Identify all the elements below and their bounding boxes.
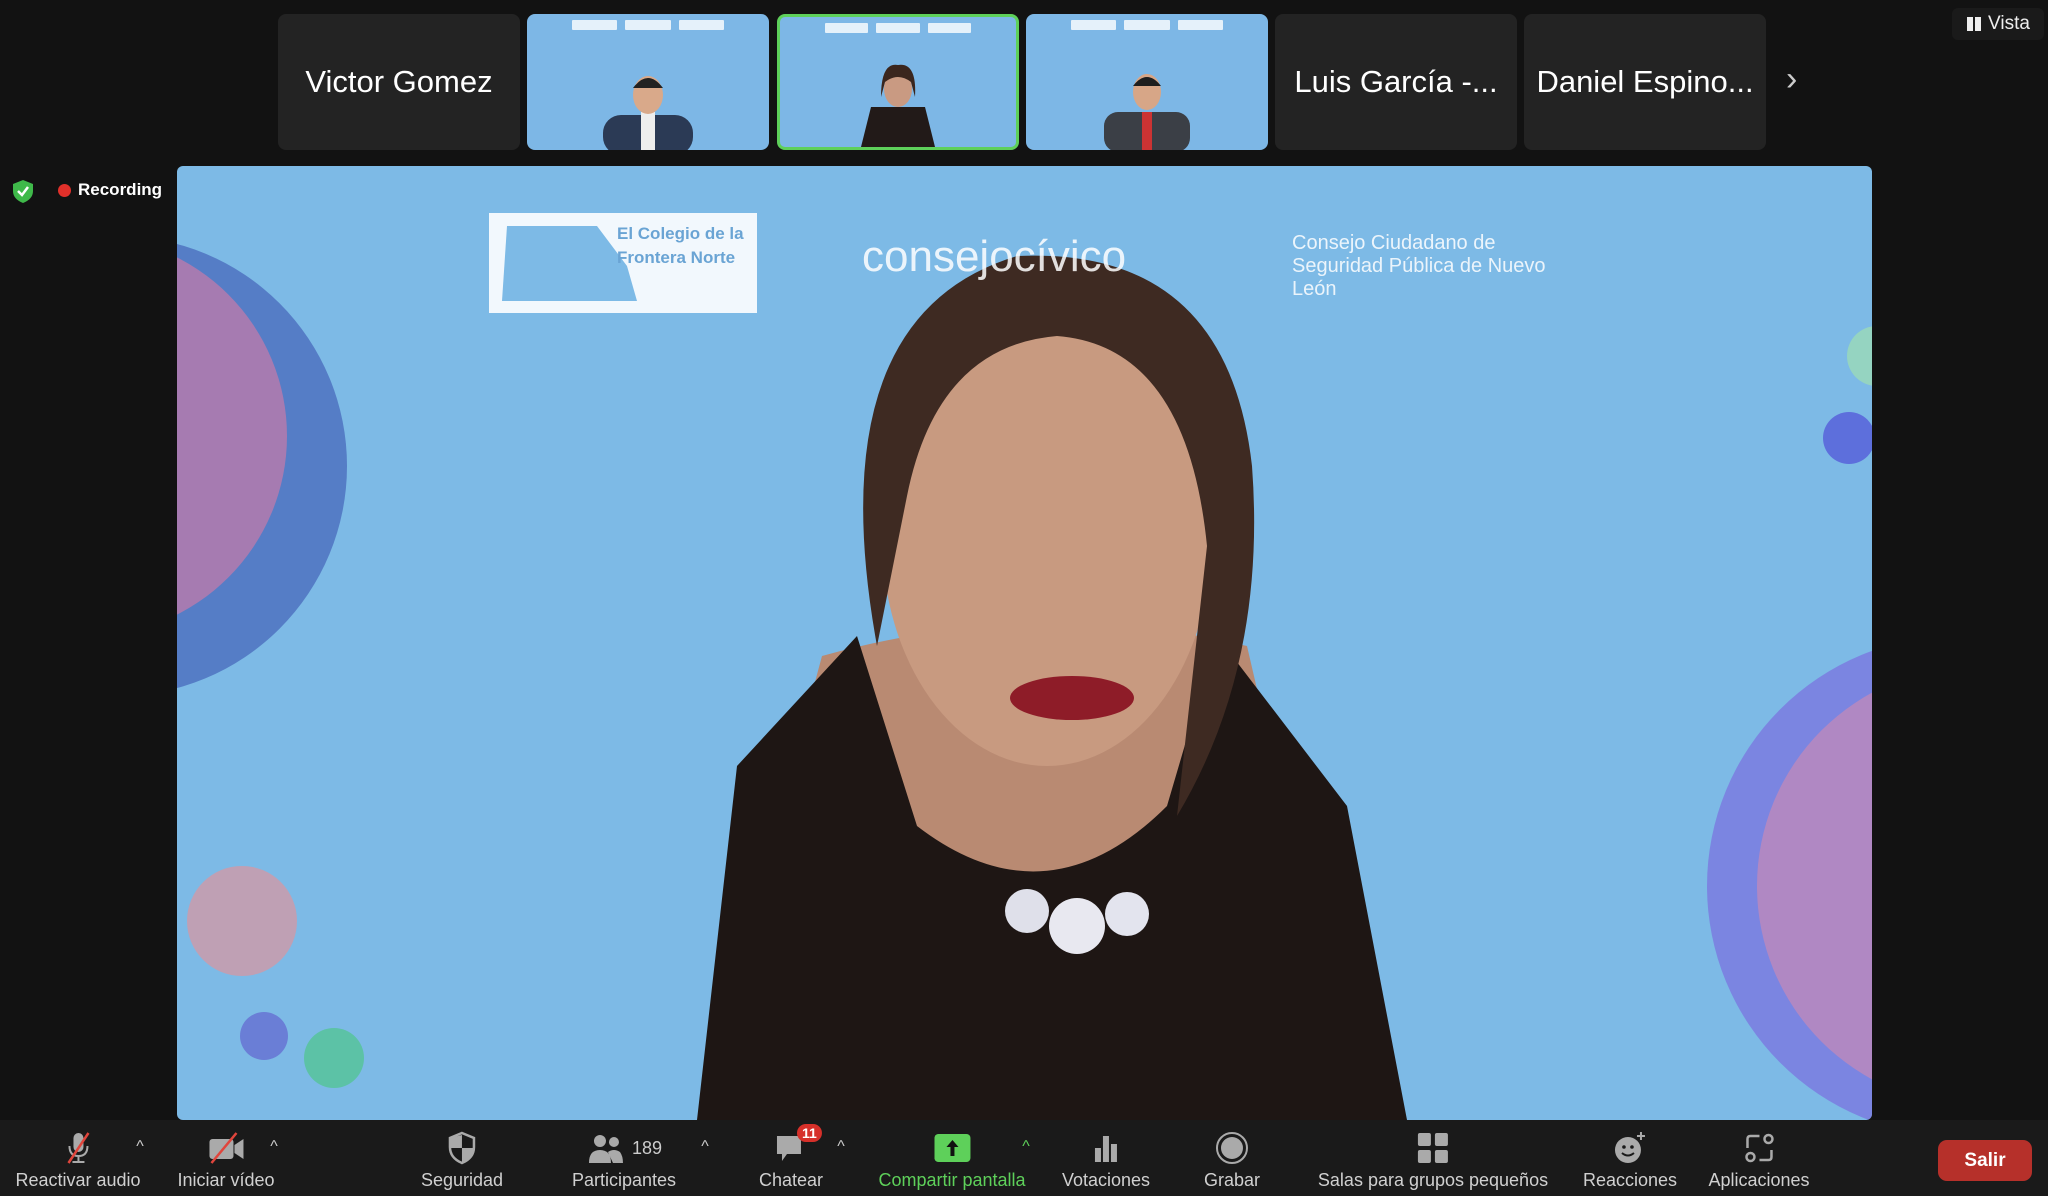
participants-count: 189 <box>631 1137 663 1158</box>
leave-meeting-button[interactable]: Salir <box>1938 1140 2032 1181</box>
record-icon <box>1216 1132 1248 1164</box>
meeting-toolbar: Reactivar audio ^ Iniciar vídeo ^ Seguri… <box>0 1120 2048 1196</box>
chat-button[interactable]: 11 Chatear <box>759 1120 823 1196</box>
participant-tile-video[interactable] <box>527 14 769 150</box>
participant-video <box>603 76 693 150</box>
participant-name: Luis García -... <box>1294 64 1498 99</box>
participants-icon <box>588 1135 623 1163</box>
audio-options-caret[interactable]: ^ <box>136 1138 144 1156</box>
chat-label: Chatear <box>758 1170 824 1190</box>
chat-unread-badge: 11 <box>796 1124 822 1142</box>
start-video-label: Iniciar vídeo <box>177 1170 275 1190</box>
chat-options-caret[interactable]: ^ <box>837 1138 845 1156</box>
main-speaker-video: El Colegio de la Frontera Norte consejoc… <box>177 166 1872 1120</box>
breakout-rooms-button[interactable]: Salas para grupos pequeños <box>1318 1120 1548 1196</box>
apps-button[interactable]: Aplicaciones <box>1708 1120 1810 1196</box>
recording-indicator[interactable]: Recording <box>58 180 162 200</box>
participant-video <box>861 64 935 147</box>
share-screen-label: Compartir pantalla <box>878 1170 1026 1190</box>
participant-tile[interactable]: Daniel Espino... <box>1524 14 1766 150</box>
unmute-audio-label: Reactivar audio <box>15 1170 141 1190</box>
shield-check-icon[interactable] <box>10 178 36 204</box>
breakout-rooms-label: Salas para grupos pequeños <box>1317 1170 1549 1190</box>
view-label: Vista <box>1988 13 2030 34</box>
security-label: Seguridad <box>420 1170 504 1190</box>
microphone-muted-icon <box>66 1132 90 1164</box>
participants-label: Participantes <box>571 1170 677 1190</box>
share-screen-icon <box>933 1134 970 1162</box>
reaction-smiley-icon <box>1615 1132 1645 1163</box>
participant-tile-video[interactable] <box>1026 14 1268 150</box>
participant-tile[interactable]: Luis García -... <box>1275 14 1517 150</box>
share-screen-button[interactable]: Compartir pantalla <box>878 1120 1026 1196</box>
logo-consejo-civico: consejocívico <box>862 232 1127 281</box>
video-options-caret[interactable]: ^ <box>270 1138 278 1156</box>
reactions-button[interactable]: Reacciones <box>1583 1120 1677 1196</box>
security-button[interactable]: Seguridad <box>421 1120 503 1196</box>
bar-chart-icon <box>1094 1136 1117 1162</box>
recording-dot-icon <box>58 183 71 197</box>
participant-tile[interactable]: Victor Gomez <box>278 14 520 150</box>
participant-name: Victor Gomez <box>305 64 493 99</box>
view-button[interactable]: Vista <box>1952 8 2044 40</box>
logo-consejo-ciudadano: Consejo Ciudadano de Seguridad Pública d… <box>1292 232 1546 300</box>
speaker-video-frame <box>177 213 1872 1120</box>
record-label: Grabar <box>1203 1170 1261 1190</box>
participant-tile-video-active[interactable] <box>777 14 1019 150</box>
camera-off-icon <box>209 1132 243 1164</box>
participant-video <box>1104 74 1190 150</box>
share-options-caret[interactable]: ^ <box>1022 1138 1030 1156</box>
video-logos <box>825 23 971 35</box>
participant-name: Daniel Espino... <box>1536 64 1754 99</box>
unmute-audio-button[interactable]: Reactivar audio <box>15 1120 141 1196</box>
breakout-grid-icon <box>1417 1133 1448 1163</box>
logo-colef: El Colegio de la Frontera Norte <box>617 224 744 267</box>
polls-button[interactable]: Votaciones <box>1062 1120 1150 1196</box>
chevron-right-icon[interactable]: › <box>1786 60 1797 99</box>
participants-options-caret[interactable]: ^ <box>701 1138 709 1156</box>
polls-label: Votaciones <box>1061 1170 1151 1190</box>
reactions-label: Reacciones <box>1582 1170 1678 1190</box>
apps-label: Aplicaciones <box>1708 1170 1810 1190</box>
security-shield-icon <box>448 1131 476 1165</box>
grid-icon <box>1967 17 1982 31</box>
video-logos <box>1071 20 1223 32</box>
start-video-button[interactable]: Iniciar vídeo <box>177 1120 275 1196</box>
record-button[interactable]: Grabar <box>1204 1120 1260 1196</box>
video-logos <box>572 20 724 32</box>
recording-label: Recording <box>78 180 163 199</box>
participants-button[interactable]: 189 Participantes <box>572 1120 676 1196</box>
apps-icon <box>1744 1133 1774 1163</box>
